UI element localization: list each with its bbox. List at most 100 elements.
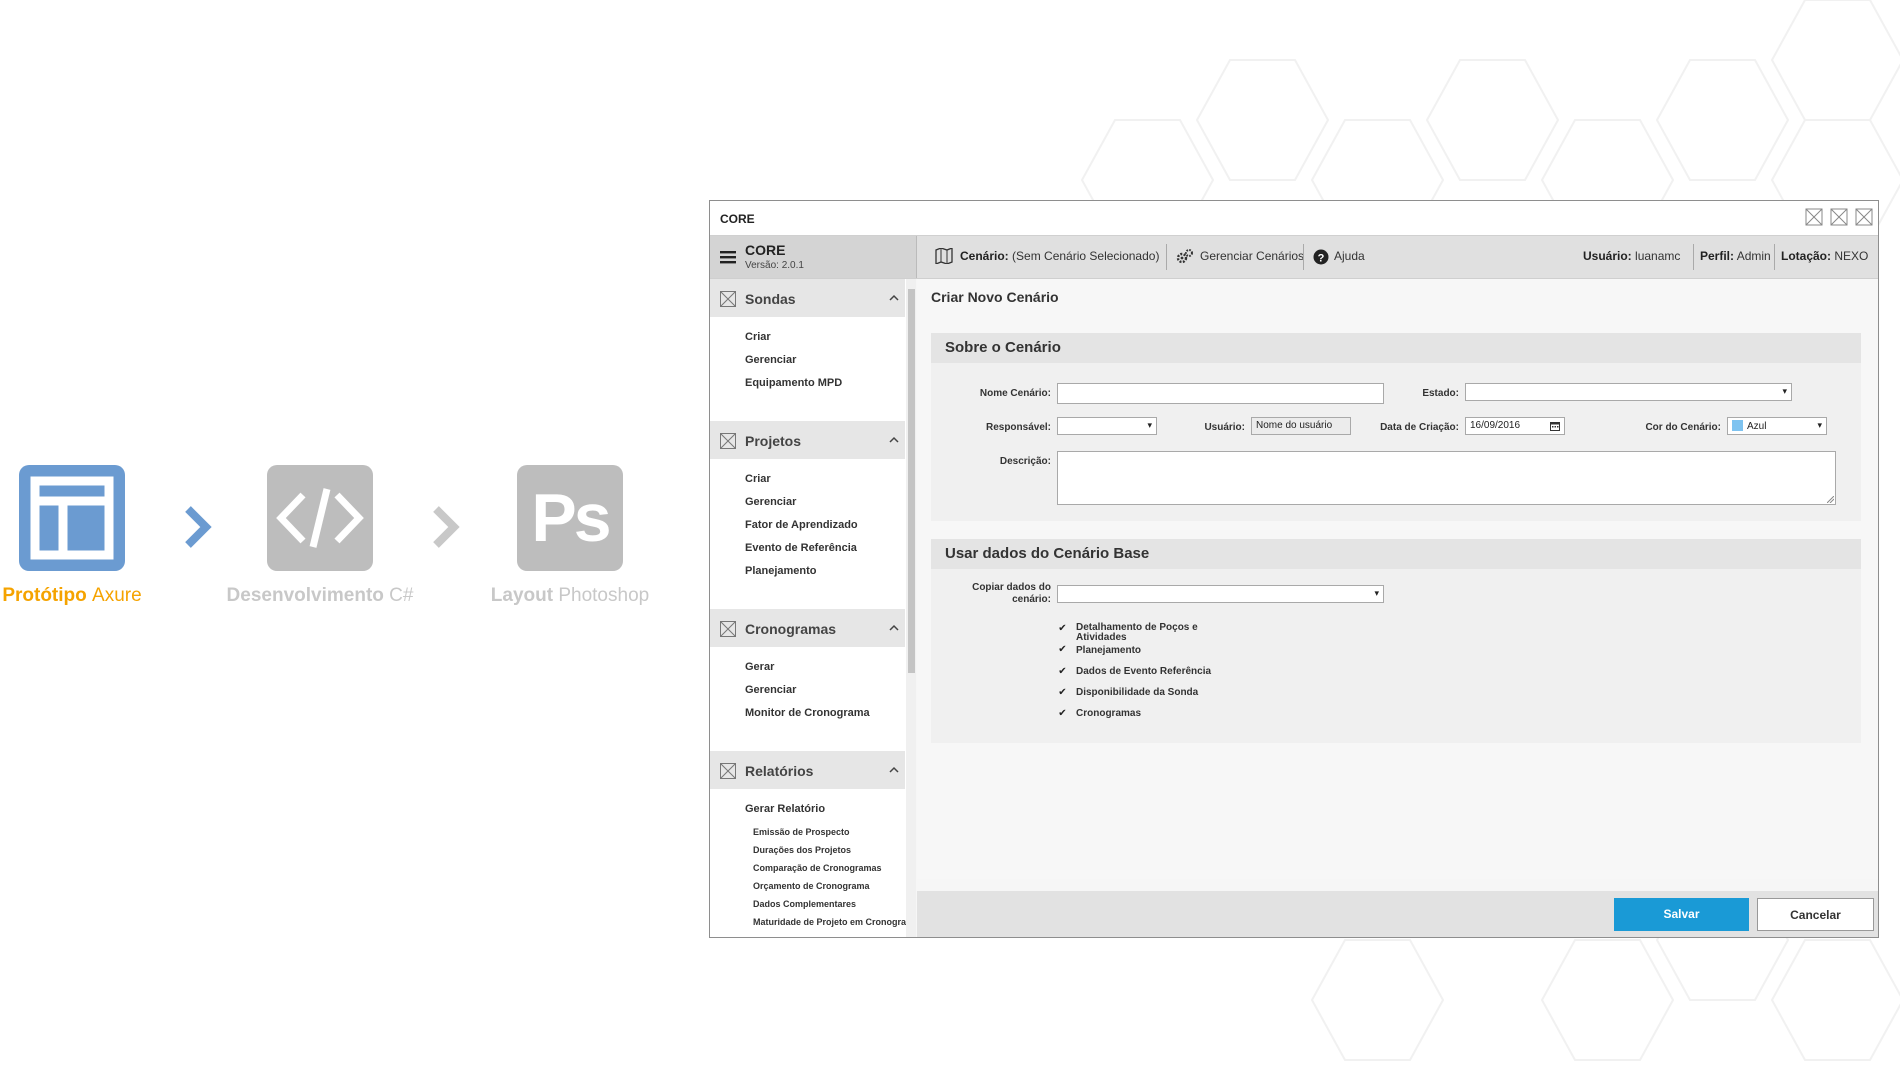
manage-scenarios-link[interactable]: Gerenciar Cenários — [1200, 249, 1304, 263]
sidebar-item-evento-referencia[interactable]: Evento de Referência — [745, 542, 857, 554]
color-value: Azul — [1747, 421, 1767, 432]
scrollbar-thumb[interactable] — [908, 289, 915, 673]
minimize-icon[interactable] — [1805, 208, 1823, 226]
creation-date-input[interactable]: 16/09/2016 — [1465, 417, 1565, 435]
sidebar-group-cronogramas: Cronogramas Gerar Gerenciar Monitor de C… — [710, 609, 905, 719]
sidebar-group-title: Sondas — [745, 291, 796, 307]
user-label: Usuário: — [1583, 249, 1632, 263]
scenario-indicator[interactable]: Cenário: (Sem Cenário Selecionado) — [960, 249, 1159, 263]
sidebar-group-title: Cronogramas — [745, 621, 837, 637]
resize-handle-icon[interactable] — [1827, 496, 1834, 503]
sidebar-subitem-duracoes-projetos[interactable]: Durações dos Projetos — [753, 845, 851, 855]
layout-icon — [19, 465, 125, 571]
state-label: Estado: — [1422, 388, 1459, 399]
sidebar-group-projetos: Projetos Criar Gerenciar Fator de Aprend… — [710, 421, 905, 577]
sidebar-item-gerar[interactable]: Gerar — [745, 661, 774, 673]
maximize-icon[interactable] — [1830, 208, 1848, 226]
chevron-right-icon — [185, 506, 212, 548]
responsible-label: Responsável: — [985, 422, 1051, 433]
caption-bold: Layout — [490, 585, 554, 606]
placeholder-icon — [720, 433, 736, 449]
toolbar-divider — [1166, 244, 1167, 270]
photoshop-glyph: Ps — [531, 480, 611, 556]
workflow-caption-csharp: Desenvolvimento C# — [220, 585, 420, 607]
gears-icon — [1176, 249, 1193, 264]
sidebar-item-sondas-gerenciar[interactable]: Gerenciar — [745, 354, 796, 366]
sidebar-group-header[interactable]: Sondas — [710, 279, 905, 317]
option-detalhamento-label: Detalhamento de Poços e Atividades — [1076, 622, 1198, 643]
location-value: NEXO — [1834, 249, 1869, 263]
sidebar-item-equipamento-mpd[interactable]: Equipamento MPD — [745, 377, 842, 389]
window-titlebar: CORE — [710, 201, 1878, 236]
map-icon — [935, 248, 953, 264]
scenario-name-input[interactable] — [1057, 383, 1384, 404]
sidebar-group-title: Relatórios — [745, 763, 814, 779]
sidebar-subitem-orcamento-cronograma[interactable]: Orçamento de Cronograma — [753, 881, 870, 891]
chevron-up-icon — [889, 766, 899, 773]
base-scenario-select[interactable] — [1057, 585, 1384, 603]
workflow-caption-photoshop: Layout Photoshop — [470, 585, 670, 607]
user-value: luanamc — [1635, 249, 1681, 263]
placeholder-icon — [720, 621, 736, 637]
sidebar-item-gerar-relatorio[interactable]: Gerar Relatório — [745, 803, 825, 815]
panel-title: Usar dados do Cenário Base — [931, 539, 1861, 569]
location-info: Lotação: NEXO — [1781, 249, 1868, 263]
panel-title: Sobre o Cenário — [931, 333, 1861, 363]
caption-light: C# — [389, 585, 414, 606]
sidebar-subitem-dados-complementares[interactable]: Dados Complementares — [753, 899, 856, 909]
chevron-up-icon — [889, 294, 899, 301]
form-footer: Salvar Cancelar — [917, 891, 1878, 937]
scenario-color-select[interactable]: Azul — [1727, 417, 1827, 435]
checkbox-cronogramas[interactable]: ✔ — [1057, 708, 1068, 719]
checkbox-detalhamento[interactable]: ✔ — [1057, 623, 1068, 634]
sidebar-group-relatorios: Relatórios Gerar Relatório Emissão de Pr… — [710, 751, 914, 927]
checkbox-evento-referencia[interactable]: ✔ — [1057, 666, 1068, 677]
svg-text:?: ? — [1318, 252, 1325, 264]
responsible-select[interactable] — [1057, 417, 1157, 435]
sidebar-item-sondas-criar[interactable]: Criar — [745, 331, 771, 343]
toolbar-divider — [1774, 244, 1775, 270]
close-icon[interactable] — [1855, 208, 1873, 226]
brand-version: Versão: 2.0.1 — [745, 260, 804, 271]
sidebar-nav: Sondas Criar Gerenciar Equipamento MPD P… — [710, 279, 916, 937]
workflow-step-axure: Protótipo Axure — [0, 465, 144, 607]
description-label: Descrição: — [999, 456, 1051, 467]
help-link[interactable]: Ajuda — [1334, 249, 1365, 263]
sidebar-subitem-comparacao-cronogramas[interactable]: Comparação de Cronogramas — [753, 863, 882, 873]
code-icon — [267, 465, 373, 571]
base-scenario-panel: Usar dados do Cenário Base Copiar dados … — [931, 539, 1861, 743]
sidebar-item-projetos-gerenciar[interactable]: Gerenciar — [745, 496, 796, 508]
sidebar-item-cronogramas-gerenciar[interactable]: Gerenciar — [745, 684, 796, 696]
sidebar-item-monitor-cronograma[interactable]: Monitor de Cronograma — [745, 707, 870, 719]
sidebar-scrollbar[interactable] — [906, 279, 916, 937]
save-button[interactable]: Salvar — [1614, 898, 1749, 931]
page-title: Criar Novo Cenário — [931, 289, 1059, 305]
sidebar-group-header[interactable]: Cronogramas — [710, 609, 905, 647]
profile-label: Perfil: — [1700, 249, 1735, 263]
sidebar-subitem-emissao-prospecto[interactable]: Emissão de Prospecto — [753, 827, 850, 837]
sidebar-group-header[interactable]: Relatórios — [710, 751, 905, 789]
sidebar-item-fator-aprendizado[interactable]: Fator de Aprendizado — [745, 519, 858, 531]
user-field-label: Usuário: — [1204, 422, 1245, 433]
hamburger-menu-icon[interactable] — [720, 250, 736, 264]
workflow-step-csharp: Desenvolvimento C# — [220, 465, 420, 607]
option-evento-referencia-label: Dados de Evento Referência — [1076, 666, 1212, 677]
state-select[interactable] — [1465, 383, 1792, 401]
description-textarea[interactable] — [1057, 451, 1836, 505]
copy-label-line2: cenário: — [1012, 594, 1051, 605]
option-planejamento-label: Planejamento — [1076, 645, 1142, 656]
sidebar-item-projetos-criar[interactable]: Criar — [745, 473, 771, 485]
option-cronogramas-label: Cronogramas — [1076, 708, 1142, 719]
checkbox-disponibilidade-sonda[interactable]: ✔ — [1057, 687, 1068, 698]
caption-bold: Protótipo — [2, 585, 87, 606]
window-title: CORE — [720, 212, 755, 226]
calendar-icon[interactable] — [1550, 421, 1560, 431]
caption-bold: Desenvolvimento — [226, 585, 384, 606]
creation-date-label: Data de Criação: — [1380, 422, 1459, 433]
cancel-button[interactable]: Cancelar — [1757, 898, 1874, 931]
chevron-right-icon — [433, 506, 460, 548]
sidebar-group-header[interactable]: Projetos — [710, 421, 905, 459]
sidebar-subitem-maturidade-projeto[interactable]: Maturidade de Projeto em Cronogram — [753, 917, 914, 927]
checkbox-planejamento[interactable]: ✔ — [1057, 644, 1068, 655]
sidebar-item-planejamento[interactable]: Planejamento — [745, 565, 817, 577]
